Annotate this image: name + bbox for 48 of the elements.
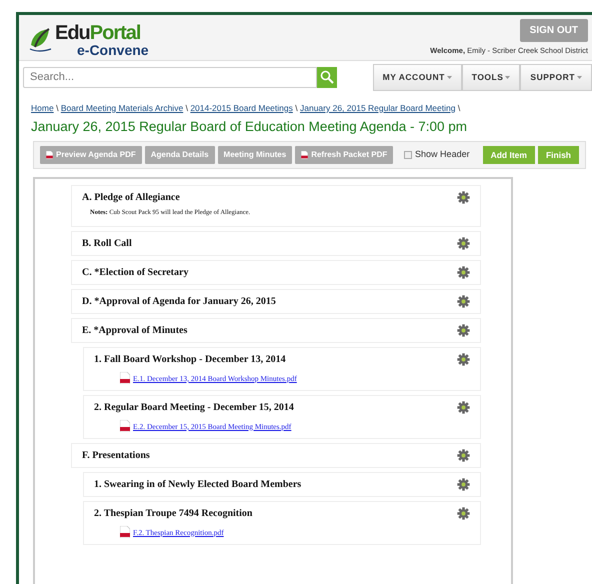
agenda-item-title: E. *Approval of Minutes bbox=[82, 324, 188, 338]
settings-icon[interactable] bbox=[457, 295, 470, 308]
agenda-item-title: 1. Fall Board Workshop - December 13, 2014 bbox=[94, 353, 286, 368]
leaf-icon bbox=[29, 26, 53, 52]
search-field[interactable]: Search... bbox=[23, 66, 317, 88]
settings-icon[interactable] bbox=[457, 401, 470, 414]
breadcrumb-separator: \ bbox=[295, 102, 298, 113]
settings-icon[interactable] bbox=[457, 353, 470, 366]
agenda-item-title: C. *Election of Secretary bbox=[82, 266, 188, 280]
search-button[interactable] bbox=[317, 66, 337, 88]
agenda-item-title: F. Presentations bbox=[82, 449, 150, 464]
breadcrumb-separator: \ bbox=[186, 102, 188, 113]
menu-button[interactable]: SUPPORT bbox=[520, 64, 592, 91]
settings-icon[interactable] bbox=[457, 191, 470, 204]
breadcrumb-separator: \ bbox=[458, 102, 460, 113]
checkbox-label: Show Header bbox=[415, 148, 470, 162]
settings-icon[interactable] bbox=[457, 237, 470, 250]
agenda-item-title: B. Roll Call bbox=[82, 237, 132, 252]
pdf-file-icon bbox=[120, 372, 130, 384]
breadcrumb-link[interactable]: 2014-2015 Board Meetings bbox=[190, 102, 293, 113]
caret-icon bbox=[505, 76, 510, 80]
agenda-item-title: A. Pledge of Allegiance bbox=[82, 191, 180, 206]
pdf-icon bbox=[46, 151, 53, 160]
agenda-item-title: 2. Regular Board Meeting - December 15, 2014 bbox=[94, 401, 294, 416]
page-title: January 26, 2015 Regular Board of Education Meeting Agenda - 7:00 pm bbox=[30, 118, 468, 135]
settings-icon[interactable] bbox=[457, 449, 470, 462]
breadcrumb-separator: \ bbox=[56, 102, 58, 113]
agenda-item-title: D. *Approval of Agenda for January 26, 2015 bbox=[82, 295, 276, 310]
settings-icon[interactable] bbox=[457, 478, 470, 492]
caret-icon bbox=[577, 76, 582, 80]
agenda-item-title: 2. Thespian Troupe 7494 Recognition bbox=[94, 507, 252, 522]
breadcrumb-link[interactable]: January 26, 2015 Regular Board Meeting bbox=[300, 102, 456, 113]
breadcrumb-link[interactable]: Home bbox=[31, 102, 54, 113]
menu-button[interactable]: MY ACCOUNT bbox=[372, 64, 462, 91]
settings-icon[interactable] bbox=[457, 324, 470, 338]
search-icon bbox=[320, 70, 334, 84]
caret-icon bbox=[446, 76, 452, 80]
pdf-file-icon bbox=[120, 420, 130, 432]
agenda-item-title: 1. Swearing in of Newly Elected Board Members bbox=[94, 478, 302, 492]
show-header-checkbox[interactable] bbox=[404, 151, 412, 160]
pdf-file-icon bbox=[120, 526, 130, 538]
logo-wordmark: EduPortal bbox=[55, 22, 142, 42]
settings-icon[interactable] bbox=[457, 507, 470, 520]
breadcrumb-link[interactable]: Board Meeting Materials Archive bbox=[60, 102, 184, 113]
settings-icon[interactable] bbox=[457, 266, 470, 280]
pdf-icon bbox=[301, 151, 308, 160]
menu-button[interactable]: TOOLS bbox=[462, 64, 520, 91]
logo-tagline: e-Convene bbox=[76, 42, 149, 56]
